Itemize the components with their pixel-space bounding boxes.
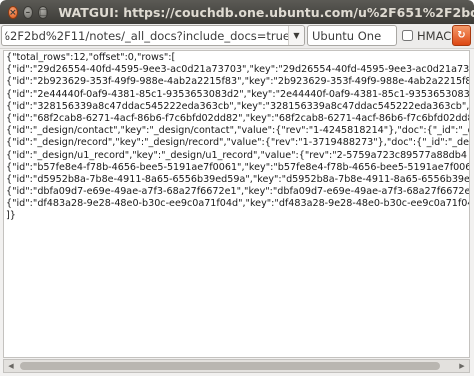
maximize-window-button[interactable]: □ <box>37 5 49 19</box>
json-line: {"id":"29d26554-40fd-4595-9ee3-ac0d21a73… <box>6 64 470 76</box>
json-line: {"id":"dbfa09d7-e69e-49ae-a7f3-68a27f667… <box>6 186 470 198</box>
title-bar[interactable]: × – □ WATGUI: https://couchdb.one.ubuntu… <box>0 0 474 24</box>
minimize-window-button[interactable]: – <box>22 5 33 19</box>
json-response-view[interactable]: {"total_rows":12,"offset":0,"rows":[{"id… <box>3 50 470 358</box>
json-line: {"id":"328156339a8c47ddac545222eda363cb"… <box>6 100 470 112</box>
scroll-right-icon[interactable]: ▶ <box>455 360 469 372</box>
json-line: {"id":"_design/record","key":"_design/re… <box>6 137 470 149</box>
json-line: {"id":"_design/u1_record","key":"_design… <box>6 149 467 161</box>
json-line: {"id":"_design/contact","key":"_design/c… <box>6 125 470 137</box>
json-line: {"id":"df483a28-9e28-48e0-b30c-ee9c0a71f… <box>6 198 469 210</box>
json-line: {"id":"68f2cab8-6271-4acf-86b6-f7c6bfd02… <box>6 112 469 124</box>
hmac-checkbox[interactable] <box>402 30 413 41</box>
close-window-button[interactable]: × <box>8 5 18 19</box>
json-line: {"total_rows":12,"offset":0,"rows":[ <box>6 52 176 63</box>
refresh-icon[interactable]: ↻ <box>452 25 471 46</box>
scroll-left-icon[interactable]: ◀ <box>4 360 18 372</box>
url-combobox[interactable]: ▼ <box>1 25 305 46</box>
json-line: {"id":"2e44440f-0af9-4381-85c1-935365308… <box>6 88 470 100</box>
json-line: {"id":"d5952b8a-7b8e-4911-8a65-6556b39ed… <box>6 173 470 185</box>
app-window: × – □ WATGUI: https://couchdb.one.ubuntu… <box>0 0 474 376</box>
json-line: ]} <box>6 210 16 222</box>
window-title: WATGUI: https://couchdb.one.ubuntu.com/u… <box>58 4 474 20</box>
json-line: {"id":"2b923629-353f-49f9-988e-4ab2a2215… <box>6 76 470 88</box>
hmac-label: HMAC <box>417 29 452 43</box>
horizontal-scrollbar[interactable]: ◀ ▶ <box>3 359 470 373</box>
json-line: {"id":"b57fe8e4-f78b-4656-bee5-5191ae7f0… <box>6 161 470 173</box>
json-lines: {"total_rows":12,"offset":0,"rows":[{"id… <box>4 51 469 223</box>
url-input[interactable] <box>2 26 290 45</box>
scrollbar-thumb[interactable] <box>20 362 440 370</box>
database-input[interactable] <box>307 25 397 46</box>
toolbar: ▼ HMAC ↻ <box>0 24 474 49</box>
url-dropdown-button[interactable]: ▼ <box>288 26 304 45</box>
